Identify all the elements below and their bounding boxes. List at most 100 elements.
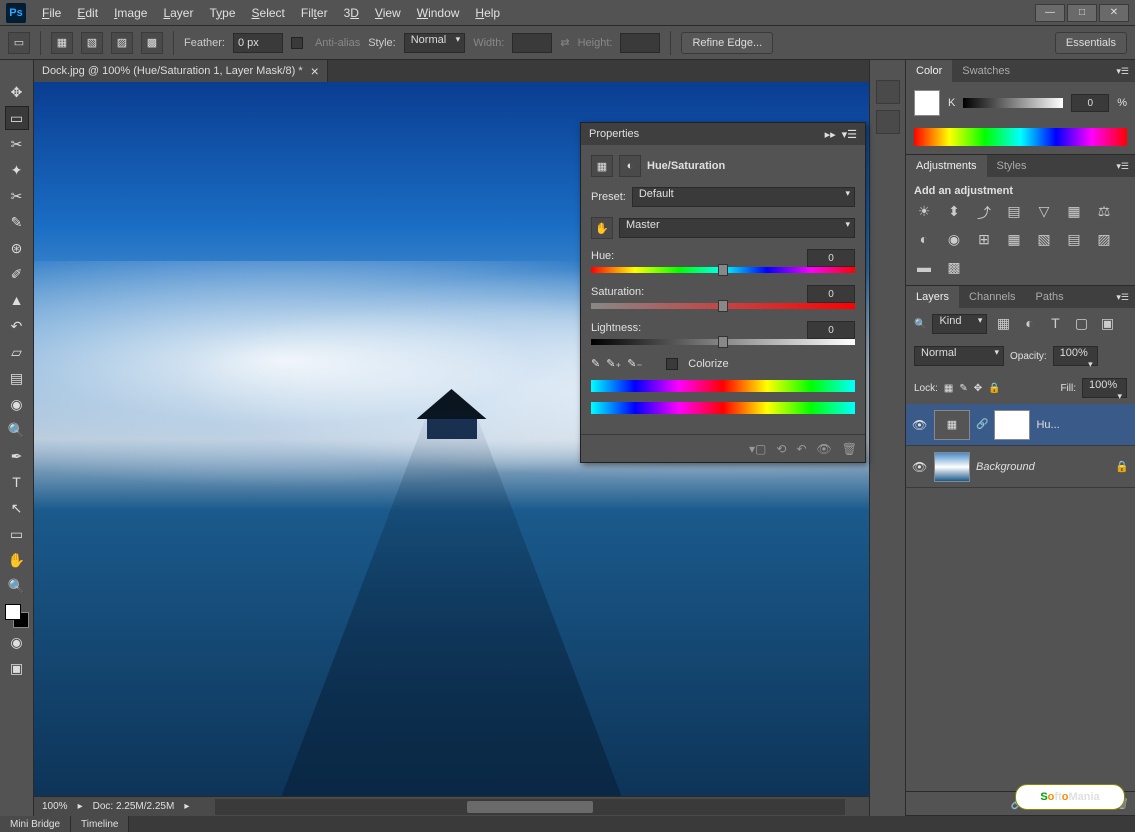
menu-3d[interactable]: 3D [336, 6, 367, 20]
subtract-selection-icon[interactable]: ▨ [111, 32, 133, 54]
gradientmap-icon[interactable]: ▬ [914, 259, 934, 277]
colorize-checkbox[interactable] [666, 358, 678, 370]
panel-menu-icon[interactable]: ▾☰ [1110, 161, 1135, 172]
healing-tool-icon[interactable]: ⊛ [5, 236, 29, 260]
fill-input[interactable]: 100% [1082, 378, 1127, 398]
link-icon[interactable]: 🔗 [976, 419, 988, 430]
clip-layer-icon[interactable]: ▾▢ [749, 442, 766, 456]
invert-icon[interactable]: ▧ [1034, 231, 1054, 249]
history-panel-icon[interactable] [876, 80, 900, 104]
move-tool-icon[interactable]: ✥ [5, 80, 29, 104]
hand-tool-icon[interactable]: ✋ [5, 548, 29, 572]
zoom-tool-icon[interactable]: 🔍 [5, 574, 29, 598]
eraser-tool-icon[interactable]: ▱ [5, 340, 29, 364]
minimize-button[interactable]: — [1035, 4, 1065, 22]
menu-file[interactable]: File [34, 6, 69, 20]
maximize-button[interactable]: □ [1067, 4, 1097, 22]
eyedropper-icon[interactable]: ✎ [591, 357, 600, 370]
filter-type-icon[interactable]: T [1045, 315, 1065, 333]
dodge-tool-icon[interactable]: 🔍 [5, 418, 29, 442]
saturation-slider[interactable] [591, 303, 855, 309]
mask-view-icon[interactable]: ◐ [619, 155, 641, 177]
curves-icon[interactable]: ⤴ [974, 203, 994, 221]
colorbalance-icon[interactable]: ⚖ [1094, 203, 1114, 221]
filter-smart-icon[interactable]: ▣ [1097, 315, 1117, 333]
tab-color[interactable]: Color [906, 60, 952, 82]
mask-thumb[interactable] [994, 410, 1030, 440]
pen-tool-icon[interactable]: ✒ [5, 444, 29, 468]
character-panel-icon[interactable] [876, 110, 900, 134]
panel-menu-icon[interactable]: ▾☰ [842, 128, 857, 141]
marquee-tool-icon[interactable]: ▭ [5, 106, 29, 130]
add-selection-icon[interactable]: ▧ [81, 32, 103, 54]
zoom-level[interactable]: 100% [42, 801, 68, 812]
visibility-icon[interactable]: 👁 [912, 418, 928, 432]
bw-icon[interactable]: ◐ [914, 231, 934, 249]
expand-icon[interactable]: ▸ [78, 801, 83, 812]
lightness-input[interactable] [807, 321, 855, 339]
eyedropper-add-icon[interactable]: ✎₊ [606, 357, 621, 370]
opacity-input[interactable]: 100% [1053, 346, 1098, 366]
shape-tool-icon[interactable]: ▭ [5, 522, 29, 546]
menu-type[interactable]: Type [201, 6, 243, 20]
lock-all-icon[interactable]: 🔒 [988, 383, 1000, 394]
huesat-icon[interactable]: ▦ [1064, 203, 1084, 221]
blend-mode-select[interactable]: Normal [914, 346, 1004, 366]
brightness-icon[interactable]: ☀ [914, 203, 934, 221]
document-tab[interactable]: Dock.jpg @ 100% (Hue/Saturation 1, Layer… [34, 60, 328, 82]
info-arrow-icon[interactable]: ▸ [184, 801, 189, 812]
filter-pixel-icon[interactable]: ▦ [993, 315, 1013, 333]
k-slider[interactable] [963, 98, 1063, 108]
tab-timeline[interactable]: Timeline [71, 816, 129, 832]
threshold-icon[interactable]: ▨ [1094, 231, 1114, 249]
style-select[interactable]: Normal [404, 33, 465, 53]
channel-select[interactable]: Master [619, 218, 855, 238]
intersect-selection-icon[interactable]: ▩ [141, 32, 163, 54]
photofilter-icon[interactable]: ◉ [944, 231, 964, 249]
filter-kind-select[interactable]: Kind [932, 314, 987, 334]
k-value-input[interactable] [1071, 94, 1109, 112]
adjustment-type-icon[interactable]: ▦ [591, 155, 613, 177]
properties-panel[interactable]: Properties ▸▸ ▾☰ ▦ ◐ Hue/Saturation Pres… [580, 122, 866, 463]
menu-filter[interactable]: Filter [293, 6, 336, 20]
lasso-tool-icon[interactable]: ✂ [5, 132, 29, 156]
collapse-icon[interactable]: ▸▸ [825, 128, 836, 141]
antialias-checkbox[interactable] [291, 37, 303, 49]
color-spectrum[interactable] [914, 128, 1127, 146]
color-swatches[interactable] [5, 604, 29, 628]
history-brush-icon[interactable]: ↶ [5, 314, 29, 338]
stamp-tool-icon[interactable]: ▲ [5, 288, 29, 312]
menu-select[interactable]: Select [244, 6, 293, 20]
horizontal-scrollbar[interactable] [215, 799, 845, 815]
swap-icon[interactable]: ⇄ [560, 36, 569, 49]
menu-window[interactable]: Window [409, 6, 468, 20]
type-tool-icon[interactable]: T [5, 470, 29, 494]
selective-icon[interactable]: ▩ [944, 259, 964, 277]
tool-preset-icon[interactable]: ▭ [8, 32, 30, 54]
toggle-visibility-icon[interactable]: 👁 [817, 442, 832, 456]
refine-edge-button[interactable]: Refine Edge... [681, 32, 773, 54]
layer-row[interactable]: 👁 ▦ 🔗 Hu... [906, 404, 1135, 446]
vibrance-icon[interactable]: ▽ [1034, 203, 1054, 221]
levels-icon[interactable]: ⬍ [944, 203, 964, 221]
workspace-button[interactable]: Essentials [1055, 32, 1127, 54]
menu-view[interactable]: View [367, 6, 409, 20]
feather-input[interactable] [233, 33, 283, 53]
menu-layer[interactable]: Layer [155, 6, 201, 20]
hue-slider[interactable] [591, 267, 855, 273]
panel-menu-icon[interactable]: ▾☰ [1110, 66, 1135, 77]
lightness-slider[interactable] [591, 339, 855, 345]
menu-image[interactable]: Image [106, 6, 155, 20]
previous-state-icon[interactable]: ⟲ [776, 442, 786, 456]
colorlookup-icon[interactable]: ▦ [1004, 231, 1024, 249]
delete-adjustment-icon[interactable]: 🗑 [842, 442, 857, 456]
panel-menu-icon[interactable]: ▾☰ [1110, 292, 1135, 303]
lock-position-icon[interactable]: ✥ [974, 383, 982, 394]
layer-name[interactable]: Hu... [1036, 419, 1129, 431]
height-input[interactable] [620, 33, 660, 53]
visibility-icon[interactable]: 👁 [912, 460, 928, 474]
new-selection-icon[interactable]: ▦ [51, 32, 73, 54]
eyedropper-sub-icon[interactable]: ✎₋ [627, 357, 642, 370]
channelmixer-icon[interactable]: ⊞ [974, 231, 994, 249]
filter-adj-icon[interactable]: ◐ [1019, 315, 1039, 333]
